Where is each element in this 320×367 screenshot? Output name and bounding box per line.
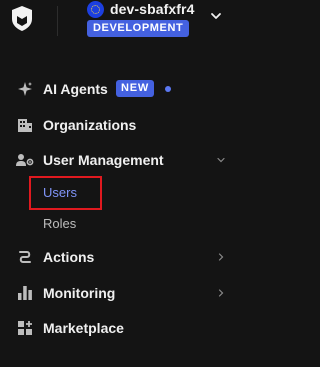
sidebar-item-label: User Management	[43, 152, 164, 168]
sidebar-item-ai-agents[interactable]: AI Agents NEW	[0, 72, 247, 106]
globe-flag-icon	[87, 0, 104, 18]
environment-badge: DEVELOPMENT	[87, 20, 190, 37]
sidebar-item-label: Marketplace	[43, 320, 124, 336]
bar-chart-icon	[16, 284, 34, 302]
sidebar-item-monitoring[interactable]: Monitoring	[0, 276, 247, 310]
users-gear-icon	[16, 151, 34, 169]
sidebar-item-label: Monitoring	[43, 285, 116, 301]
header-divider	[57, 6, 58, 36]
sidebar-item-organizations[interactable]: Organizations	[0, 108, 247, 142]
sparkle-icon	[16, 80, 34, 98]
top-header: dev-sbafxfr4 DEVELOPMENT	[0, 0, 247, 52]
chevron-right-icon[interactable]	[217, 253, 225, 261]
sidebar-item-label: Actions	[43, 249, 95, 265]
notification-dot	[165, 86, 171, 92]
sidebar-item-label: AI Agents	[43, 81, 108, 97]
flow-icon	[16, 248, 34, 266]
chevron-down-icon[interactable]	[210, 10, 222, 22]
sidebar-item-marketplace[interactable]: Marketplace	[0, 311, 247, 345]
sidebar-item-user-management[interactable]: User Management	[0, 143, 247, 177]
building-icon	[16, 116, 34, 134]
tenant-name: dev-sbafxfr4	[110, 1, 195, 17]
grid-plus-icon	[16, 319, 34, 337]
chevron-down-icon[interactable]	[217, 156, 225, 164]
sidebar-item-label: Organizations	[43, 117, 137, 133]
users-highlight-box	[29, 176, 102, 210]
chevron-right-icon[interactable]	[217, 289, 225, 297]
auth0-logo-icon[interactable]	[11, 6, 33, 31]
tenant-selector[interactable]: dev-sbafxfr4	[87, 0, 194, 18]
new-badge: NEW	[116, 80, 155, 97]
sidebar-subitem-roles[interactable]: Roles	[43, 216, 76, 231]
sidebar-item-actions[interactable]: Actions	[0, 240, 247, 274]
